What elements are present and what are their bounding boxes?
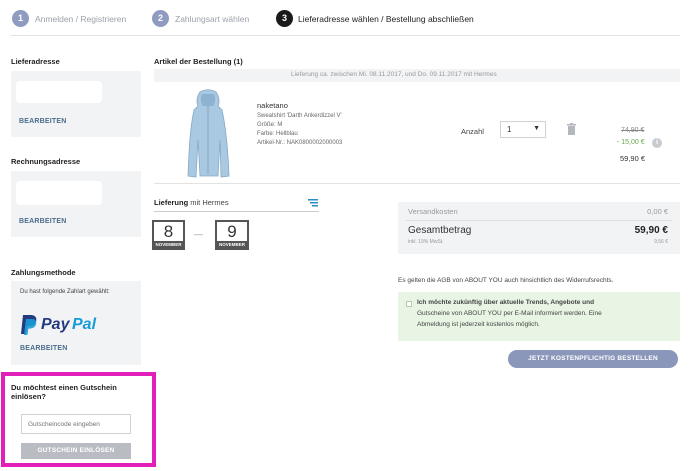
shipping-cost-label: Versandkosten <box>408 207 458 216</box>
delivery-window-bar: Lieferung ca. zwischen Mi. 08.11.2017, u… <box>154 69 680 82</box>
billing-address-box: BEARBEITEN <box>11 171 141 237</box>
step-1-number: 1 <box>12 10 29 27</box>
delivery-address-box: BEARBEITEN <box>11 71 141 137</box>
hermes-logo-icon <box>306 198 320 208</box>
newsletter-text-2: Gutscheine von ABOUT YOU per E-Mail info… <box>417 310 602 317</box>
vat-label: inkl. 19% MwSt. <box>408 239 444 245</box>
shipping-divider <box>154 211 319 212</box>
coupon-title: Du möchtest einen Gutschein einlösen? <box>11 383 117 401</box>
order-items-title: Artikel der Bestellung (1) <box>154 57 243 66</box>
old-price: 74,90 € <box>621 127 645 134</box>
product-image[interactable] <box>183 88 233 180</box>
product-article-number: Artikel-Nr.: NAK0800002000003 <box>257 140 343 146</box>
step-1-label[interactable]: Anmelden / Registrieren <box>35 13 126 25</box>
quantity-select[interactable]: 1 ▼ <box>500 121 546 138</box>
date-card-from: 8 NOVEMBER <box>152 220 185 250</box>
newsletter-text-1: Ich möchte zukünftig über aktuelle Trend… <box>417 299 595 306</box>
shipping-label: Lieferung mit Hermes <box>154 198 229 207</box>
delivery-edit-link[interactable]: BEARBEITEN <box>19 118 67 125</box>
item-price: 59,90 € <box>620 154 646 163</box>
paypal-pal-text: Pal <box>72 316 97 333</box>
header-divider <box>10 35 680 36</box>
total-value: 59,90 € <box>634 225 668 236</box>
trash-icon[interactable] <box>567 123 576 135</box>
product-color: Farbe: Hellblau <box>257 131 298 137</box>
paypal-icon <box>21 315 37 335</box>
paypal-pay-text: Pay <box>41 316 70 333</box>
shipping-carrier: mit Hermes <box>190 198 229 207</box>
payment-method-title: Zahlungsmethode <box>11 268 76 277</box>
coupon-submit-button[interactable]: GUTSCHEIN EINLÖSEN <box>21 443 131 459</box>
paypal-logo: Pay Pal <box>20 314 120 340</box>
shipping-label-prefix: Lieferung <box>154 198 189 207</box>
newsletter-text-3: Abmeldung ist jederzeit kostenlos möglic… <box>417 321 540 328</box>
date-card-to: 9 NOVEMBER <box>215 220 249 250</box>
quantity-label: Anzahl <box>461 127 484 136</box>
discount-amount: - 15,00 € <box>617 139 645 146</box>
step-3-number: 3 <box>276 10 293 27</box>
billing-edit-link[interactable]: BEARBEITEN <box>19 218 67 225</box>
date-separator: — <box>194 229 203 239</box>
payment-edit-link[interactable]: BEARBEITEN <box>20 345 68 352</box>
item-divider <box>154 183 680 184</box>
totals-divider <box>406 220 672 221</box>
quantity-value: 1 <box>507 125 512 134</box>
vat-value: 9,56 € <box>654 239 668 245</box>
newsletter-box: Ich möchte zukünftig über aktuelle Trend… <box>398 292 680 341</box>
date-to-month: NOVEMBER <box>217 241 247 248</box>
shipping-cost-value: 0,00 € <box>647 207 668 216</box>
step-2-label[interactable]: Zahlungsart wählen <box>175 13 249 25</box>
delivery-address-title: Lieferadresse <box>11 57 60 66</box>
product-brand[interactable]: naketano <box>257 101 288 110</box>
product-name: Sweatshirt 'Darth Ankerdizzel V' <box>257 113 342 119</box>
totals-box: Versandkosten 0,00 € Gesamtbetrag 59,90 … <box>398 202 680 254</box>
terms-text: Es gelten die AGB von ABOUT YOU auch hin… <box>398 277 614 284</box>
date-to-day: 9 <box>227 222 237 241</box>
total-label: Gesamtbetrag <box>408 225 472 236</box>
billing-address-content <box>16 181 102 205</box>
chevron-down-icon: ▼ <box>533 125 540 132</box>
coupon-input[interactable] <box>21 414 131 434</box>
payment-method-text: Du hast folgende Zahlart gewählt: <box>20 289 110 295</box>
billing-address-title: Rechnungsadresse <box>11 157 81 166</box>
place-order-button[interactable]: JETZT KOSTENPFLICHTIG BESTELLEN <box>508 350 678 368</box>
step-3-label: Lieferadresse wählen / Bestellung abschl… <box>298 14 474 24</box>
payment-method-box: Du hast folgende Zahlart gewählt: Pay Pa… <box>11 281 141 365</box>
info-icon[interactable]: i <box>652 138 662 148</box>
product-size: Größe: M <box>257 122 283 128</box>
date-from-month: NOVEMBER <box>154 241 183 248</box>
delivery-address-content <box>16 81 102 103</box>
newsletter-checkbox[interactable] <box>406 301 412 307</box>
step-2-number: 2 <box>152 10 169 27</box>
date-from-day: 8 <box>163 222 174 241</box>
delivery-window-text: Lieferung ca. zwischen Mi. 08.11.2017, u… <box>291 71 497 78</box>
